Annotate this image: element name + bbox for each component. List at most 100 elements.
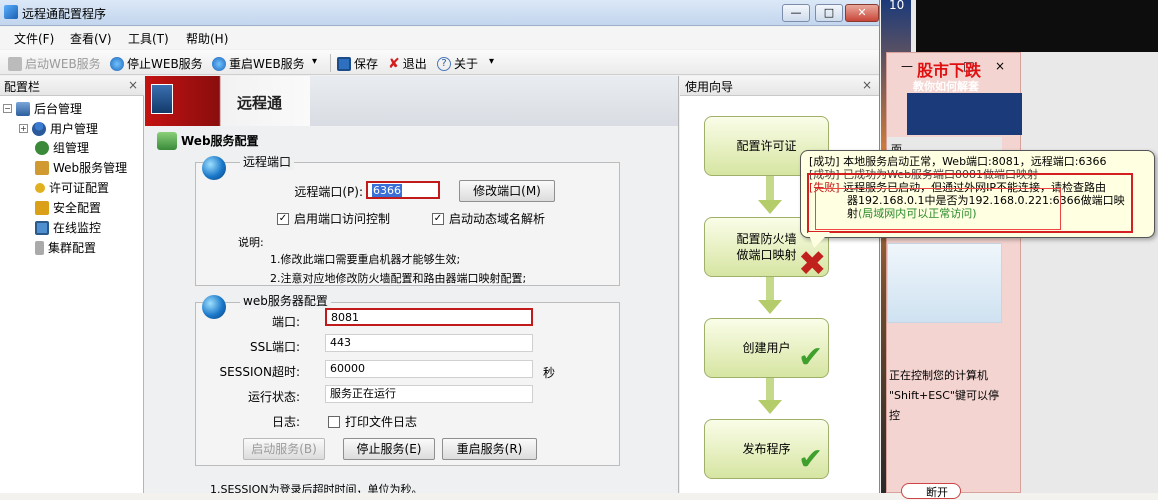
stop-service-button[interactable]: 停止服务(E) [343, 438, 435, 460]
config-panel-title: 配置栏 [4, 80, 41, 94]
globe-icon [202, 156, 226, 180]
print-log-checkbox[interactable]: 打印文件日志 [328, 413, 417, 430]
session-timeout-label: SESSION超时: [219, 365, 300, 379]
wizard-title: 使用向导 [685, 80, 734, 94]
ddns-label: 启动动态域名解析 [449, 212, 546, 226]
about-button[interactable]: ? 关于 [437, 55, 478, 72]
checkbox-checked[interactable]: ✓ [432, 212, 444, 225]
globe-icon [212, 56, 226, 71]
ddns-checkbox[interactable]: ✓ 启动动态域名解析 [432, 210, 545, 227]
toolbar: 启动WEB服务 停止WEB服务 重启WEB服务 ▾ 保存 ✘ 退出 ? 关于 ▾ [0, 50, 879, 75]
modify-port-button[interactable]: 修改端口(M) [459, 180, 555, 202]
tree-item-online-monitor[interactable]: 在线监控 [35, 219, 101, 236]
tree-item-web-service[interactable]: Web服务管理 [35, 159, 127, 176]
checkbox-checked[interactable]: ✓ [277, 212, 289, 225]
restart-service-button[interactable]: 重启服务(R) [442, 438, 537, 460]
remote-port-label: 远程端口(P): [294, 185, 363, 199]
tooltip-pointer [808, 232, 830, 248]
remote-port-input[interactable]: 6366 [366, 181, 440, 199]
tree-item-cluster[interactable]: 集群配置 [35, 239, 96, 256]
log-label: 日志: [271, 415, 300, 429]
save-button[interactable]: 保存 [337, 55, 378, 72]
globe-icon [110, 56, 124, 71]
desktop-background: 10 — □ × 股市下跌 教你如何解套 面 正在控制您的计算机 "Shift+… [881, 0, 1158, 499]
menu-file[interactable]: 文件(F) [14, 30, 54, 47]
ssl-port-input[interactable]: 443 [325, 334, 533, 352]
lock-icon [35, 200, 49, 215]
start-web-label: 启动WEB服务 [25, 57, 101, 71]
control-text: 正在控制您的计算机 [889, 369, 988, 382]
menu-bar: 文件(F) 查看(V) 工具(T) 帮助(H) [0, 27, 879, 49]
ad-banner[interactable] [907, 93, 1022, 135]
disconnect-button[interactable]: 断开 [901, 483, 961, 499]
port-access-control-checkbox[interactable]: ✓ 启用端口访问控制 [277, 210, 390, 227]
web-config-panel: 远程通 Web服务配置 远程端口 远程端口(P): 6366 修改端口(M) ✓… [145, 76, 679, 493]
menu-help[interactable]: 帮助(H) [186, 30, 228, 47]
note-line: 1.修改此端口需要重启机器才能够生效; [270, 253, 461, 266]
expand-icon[interactable]: + [19, 124, 28, 133]
ssl-port-label: SSL端口: [250, 340, 300, 354]
toolbar-dropdown-icon[interactable]: ▾ [312, 56, 317, 67]
tree-item-license[interactable]: 许可证配置 [35, 179, 109, 196]
run-status-value: 服务正在运行 [325, 385, 533, 403]
section-title: Web服务配置 [181, 134, 259, 148]
logo-text: 远程通 [237, 94, 283, 112]
web-port-input[interactable]: 8081 [325, 308, 533, 326]
exit-button[interactable]: ✘ 退出 [388, 55, 427, 72]
popup-close-button[interactable]: × [995, 59, 1005, 73]
web-service-icon [35, 160, 49, 175]
tree-item-label: 组管理 [53, 141, 90, 155]
popup-minimize-button[interactable]: — [901, 59, 913, 73]
menu-view[interactable]: 查看(V) [70, 30, 112, 47]
run-status-label: 运行状态: [247, 390, 300, 404]
checkbox-unchecked[interactable] [328, 415, 340, 428]
wizard-header: 使用向导 × [680, 76, 879, 96]
config-panel-header: 配置栏 × [0, 76, 144, 96]
toolbar-dropdown-icon[interactable]: ▾ [489, 56, 494, 67]
arrow-down-icon [758, 300, 782, 314]
floppy-icon [337, 56, 351, 71]
title-bar: 远程通配置程序 — □ ✕ [0, 0, 879, 26]
gear-icon [8, 56, 22, 71]
web-config-icon [157, 132, 177, 150]
note-title: 说明: [238, 236, 264, 249]
collapse-icon[interactable]: − [3, 104, 12, 113]
close-button[interactable]: ✕ [845, 4, 879, 22]
print-log-label: 打印文件日志 [345, 415, 418, 429]
highlight-box [815, 188, 1061, 230]
logo-icon [151, 84, 173, 114]
save-label: 保存 [354, 57, 379, 71]
restart-web-button[interactable]: 重启WEB服务 [212, 55, 305, 72]
note-line: 2.注意对应地修改防火墙配置和路由器端口映射配置; [270, 272, 527, 285]
remote-control-popup: — □ × 股市下跌 教你如何解套 面 正在控制您的计算机 "Shift+ESC… [886, 52, 1022, 499]
start-web-button[interactable]: 启动WEB服务 [8, 55, 101, 72]
tree-root-label: 后台管理 [34, 102, 83, 116]
wizard-step-label: 创建用户 [742, 341, 791, 355]
server-icon [35, 240, 44, 255]
tree-root[interactable]: − 后台管理 [3, 100, 82, 117]
monitor-icon [35, 220, 49, 235]
wizard-step-label: 配置防火墙 做端口映射 [736, 232, 797, 262]
user-icon [32, 121, 46, 136]
banner: 远程通 [145, 76, 678, 126]
toolbar-separator [330, 54, 331, 72]
maximize-button[interactable]: □ [815, 4, 843, 22]
tree-item-groups[interactable]: 组管理 [35, 139, 89, 156]
corner-number: 10 [889, 0, 905, 12]
start-service-button[interactable]: 启动服务(B) [243, 438, 325, 460]
key-icon [35, 182, 45, 193]
session-timeout-input[interactable]: 60000 [325, 360, 533, 378]
wizard-panel: 使用向导 × 配置许可证 配置防火墙 做端口映射 ✖ 创建用户 ✔ 发布程序 ✔ [680, 76, 879, 493]
remote-port-group-title: 远程端口 [240, 153, 295, 170]
menu-tools[interactable]: 工具(T) [128, 30, 169, 47]
tree-item-label: 集群配置 [48, 241, 97, 255]
wizard-close-icon[interactable]: × [862, 78, 872, 92]
tree-item-users[interactable]: + 用户管理 [19, 120, 98, 137]
minimize-button[interactable]: — [782, 4, 810, 22]
config-panel-close-icon[interactable]: × [128, 78, 138, 92]
ad-subline: 教你如何解套 [913, 80, 979, 93]
config-panel: 配置栏 × − 后台管理 + 用户管理 组管理 Web服务管理 许可证配置 安全… [0, 76, 144, 493]
tree-item-security[interactable]: 安全配置 [35, 199, 101, 216]
stop-web-button[interactable]: 停止WEB服务 [110, 55, 203, 72]
wizard-step-label: 发布程序 [742, 442, 791, 456]
